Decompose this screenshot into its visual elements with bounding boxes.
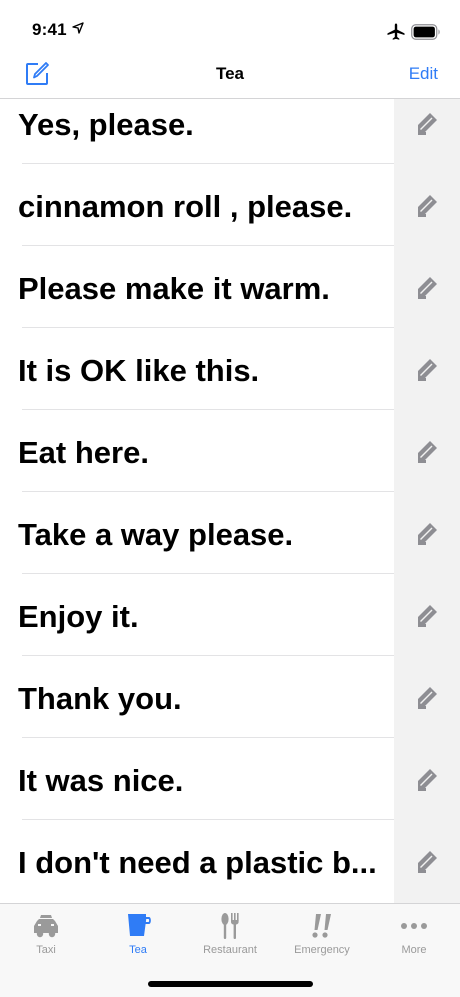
list-item[interactable]: Please make it warm.	[0, 263, 460, 345]
pencil-icon[interactable]	[412, 848, 440, 876]
row-divider	[22, 573, 394, 574]
row-divider	[22, 819, 394, 820]
more-dots-icon	[401, 923, 427, 929]
list-item[interactable]: Yes, please.	[0, 99, 460, 181]
phrase-text: Eat here.	[18, 435, 149, 470]
tab-label: Restaurant	[203, 944, 257, 956]
car-icon	[34, 915, 58, 938]
row-divider	[22, 327, 394, 328]
phrase-text: Please make it warm.	[18, 271, 330, 306]
pencil-icon[interactable]	[412, 684, 440, 712]
phrase-text: Take a way please.	[18, 517, 294, 552]
row-divider	[22, 655, 394, 656]
list-item[interactable]: I don't need a plastic b...	[0, 837, 460, 903]
row-divider	[22, 245, 394, 246]
pencil-icon[interactable]	[412, 520, 440, 548]
home-indicator	[148, 981, 313, 987]
tab-taxi[interactable]: Taxi	[0, 904, 92, 966]
tab-more[interactable]: More	[368, 904, 460, 966]
phrase-text: I don't need a plastic b...	[18, 845, 377, 880]
phrase-text: It is OK like this.	[18, 353, 260, 388]
navigation-bar: Tea Edit	[0, 56, 460, 99]
edit-button[interactable]: Edit	[409, 64, 438, 84]
tab-label: Emergency	[294, 944, 350, 956]
page-title: Tea	[215, 64, 245, 83]
row-divider	[22, 737, 394, 738]
pencil-icon[interactable]	[412, 110, 440, 138]
row-divider	[22, 491, 394, 492]
tab-label: More	[401, 944, 427, 956]
tab-label: Taxi	[36, 944, 56, 956]
list-item[interactable]: Enjoy it.	[0, 591, 460, 673]
list-item[interactable]: Take a way please.	[0, 509, 460, 591]
phrase-list: Yes, please. cinnamon roll , please. Pleas…	[0, 99, 460, 903]
pencil-icon[interactable]	[412, 602, 440, 630]
list-item[interactable]: It is OK like this.	[0, 345, 460, 427]
battery-icon	[411, 24, 440, 40]
pencil-icon[interactable]	[412, 356, 440, 384]
exclamation-icon	[312, 914, 331, 938]
phrase-text: Enjoy it.	[18, 599, 139, 634]
airplane-icon	[387, 23, 405, 40]
list-item[interactable]: cinnamon roll , please.	[0, 181, 460, 263]
list-item[interactable]: Eat here.	[0, 427, 460, 509]
list-item[interactable]: Thank you.	[0, 673, 460, 755]
tab-restaurant[interactable]: Restaurant	[184, 904, 276, 966]
phrase-text: It was nice.	[18, 763, 184, 798]
pencil-icon[interactable]	[412, 192, 440, 220]
location-arrow-icon	[72, 22, 84, 34]
status-time: 9:41	[32, 20, 67, 39]
phrase-text: Thank you.	[18, 681, 182, 716]
pencil-icon[interactable]	[412, 438, 440, 466]
status-bar: 9:41	[0, 0, 460, 56]
phrase-text: Yes, please.	[18, 107, 194, 142]
fork-knife-icon	[221, 913, 239, 939]
tab-tea[interactable]: Tea	[92, 904, 184, 966]
tab-emergency[interactable]: Emergency	[276, 904, 368, 966]
row-divider	[22, 409, 394, 410]
pencil-icon[interactable]	[412, 274, 440, 302]
row-divider	[22, 163, 394, 164]
cup-icon	[128, 914, 151, 936]
tab-label: Tea	[129, 944, 147, 956]
list-item[interactable]: It was nice.	[0, 755, 460, 837]
phrase-text: cinnamon roll , please.	[18, 189, 353, 224]
pencil-icon[interactable]	[412, 766, 440, 794]
